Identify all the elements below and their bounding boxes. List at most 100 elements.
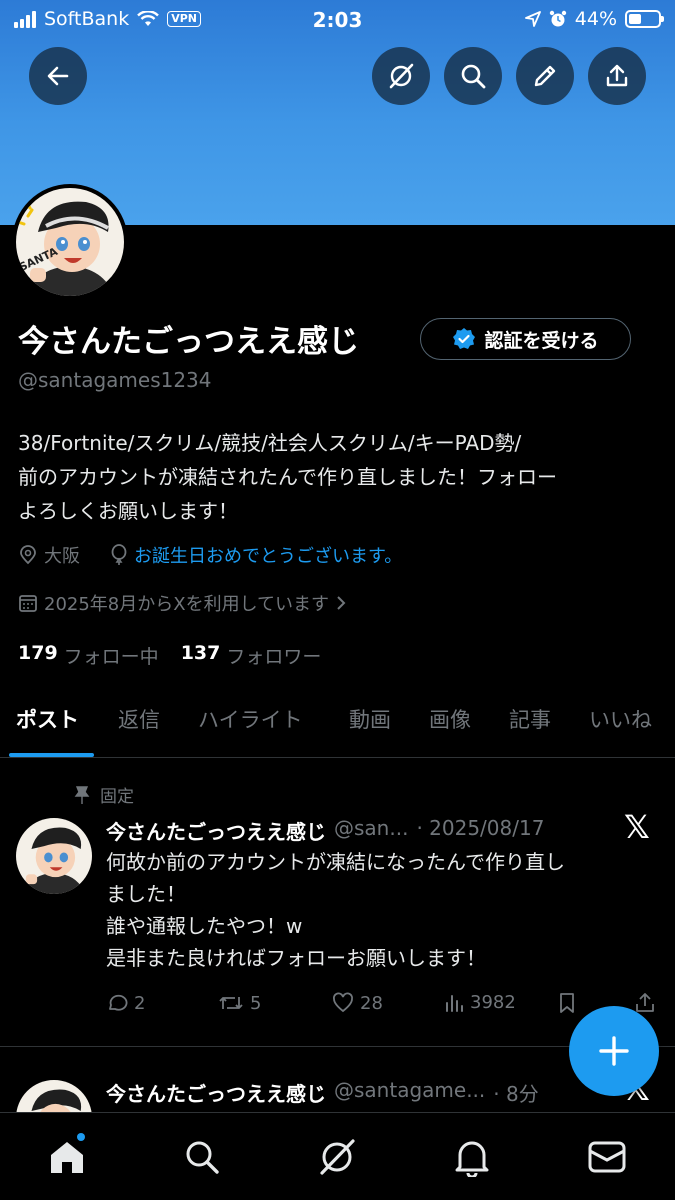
tab-posts[interactable]: ポスト bbox=[16, 704, 79, 734]
nav-notifications[interactable] bbox=[450, 1135, 494, 1179]
post-author-name[interactable]: 今さんたごっつええ感じ bbox=[106, 816, 326, 845]
pencil-icon bbox=[534, 65, 556, 87]
following-label[interactable]: フォロー中 bbox=[64, 642, 159, 669]
battery-icon bbox=[625, 10, 664, 28]
arrow-left-icon bbox=[47, 66, 69, 86]
reply-button[interactable]: 2 bbox=[106, 992, 145, 1014]
notification-dot bbox=[77, 1133, 85, 1141]
followers-count[interactable]: 137 bbox=[181, 642, 221, 669]
post-author-handle[interactable]: @san... bbox=[334, 816, 408, 845]
nav-home[interactable] bbox=[45, 1133, 89, 1179]
post-date[interactable]: · 8分 bbox=[493, 1078, 538, 1107]
bell-icon bbox=[455, 1141, 489, 1177]
heart-icon bbox=[333, 992, 353, 1013]
profile-bio: 38/Fortnite/スクリム/競技/社会人スクリム/キーPAD勢/ 前のアカ… bbox=[18, 426, 668, 528]
pin-icon bbox=[74, 785, 90, 804]
back-button[interactable] bbox=[29, 47, 87, 105]
tab-videos[interactable]: 動画 bbox=[349, 704, 391, 734]
tab-highlights[interactable]: ハイライト bbox=[198, 704, 303, 734]
share-profile-button[interactable] bbox=[588, 47, 646, 105]
nav-search[interactable] bbox=[180, 1135, 224, 1179]
follow-counts: 179 フォロー中 137 フォロワー bbox=[18, 642, 321, 669]
tab-replies[interactable]: 返信 bbox=[118, 704, 160, 734]
repost-count: 5 bbox=[250, 992, 262, 1014]
post-text: 何故か前のアカウントが凍結になったんで作り直し ました！ 誰や通報したやつ！w … bbox=[106, 846, 666, 974]
bottom-navigation bbox=[0, 1112, 675, 1200]
bio-line: 38/Fortnite/スクリム/競技/社会人スクリム/キーPAD勢/ bbox=[18, 431, 522, 455]
profile-name: 今さんたごっつええ感じ bbox=[18, 324, 359, 360]
post-author-name[interactable]: 今さんたごっつええ感じ bbox=[106, 1078, 326, 1107]
profile-avatar[interactable]: SANTA bbox=[12, 184, 128, 300]
post-header: 今さんたごっつええ感じ @san... · 2025/08/17 bbox=[106, 816, 544, 845]
nav-messages[interactable] bbox=[585, 1135, 629, 1179]
get-verified-label: 認証を受ける bbox=[484, 329, 599, 352]
battery-percent: 44% bbox=[574, 8, 617, 30]
bio-line: よろしくお願いします！ bbox=[18, 499, 238, 523]
post-avatar[interactable] bbox=[16, 818, 92, 894]
status-bar: SoftBank VPN 2:03 44% bbox=[0, 0, 675, 38]
alarm-icon bbox=[549, 10, 566, 27]
tab-articles[interactable]: 記事 bbox=[509, 704, 551, 734]
reply-count: 2 bbox=[134, 992, 146, 1014]
share-icon bbox=[606, 64, 628, 87]
grok-button[interactable] bbox=[372, 47, 430, 105]
post-text-line: ました！ bbox=[106, 882, 186, 906]
post-text-line: 何故か前のアカウントが凍結になったんで作り直し bbox=[106, 850, 565, 874]
calendar-icon bbox=[19, 595, 37, 612]
plus-icon bbox=[599, 1036, 629, 1066]
tab-images[interactable]: 画像 bbox=[429, 704, 471, 734]
joined-row[interactable]: 2025年8月からXを利用しています bbox=[18, 590, 347, 616]
grok-icon bbox=[320, 1139, 355, 1175]
mail-icon bbox=[588, 1141, 626, 1173]
bookmark-icon bbox=[560, 993, 574, 1013]
grok-icon bbox=[389, 63, 414, 89]
edit-button[interactable] bbox=[516, 47, 574, 105]
balloon-icon bbox=[111, 544, 127, 565]
post-actions: 2 5 28 3982 bbox=[106, 990, 666, 1020]
following-count[interactable]: 179 bbox=[18, 642, 58, 669]
battery-fill bbox=[629, 14, 641, 24]
compose-post-button[interactable] bbox=[569, 1006, 659, 1096]
followers-label[interactable]: フォロワー bbox=[226, 642, 321, 669]
view-count: 3982 bbox=[470, 992, 516, 1013]
joined-text: 2025年8月からXを利用しています bbox=[44, 594, 330, 615]
profile-handle: @santagames1234 bbox=[18, 368, 212, 392]
tab-likes[interactable]: いいね bbox=[589, 704, 652, 734]
post-header: 今さんたごっつええ感じ @santagame... · 8分 bbox=[106, 1078, 539, 1107]
get-verified-button[interactable]: 認証を受ける bbox=[420, 318, 631, 360]
post-text-line: 誰や通報したやつ！w bbox=[106, 914, 303, 938]
home-icon bbox=[51, 1142, 83, 1173]
active-tab-indicator bbox=[9, 753, 94, 757]
avatar-illustration bbox=[16, 818, 92, 894]
profile-tabs: ポスト 返信 ハイライト 動画 画像 記事 いいね bbox=[0, 690, 675, 758]
like-button[interactable]: 28 bbox=[332, 992, 383, 1014]
pinned-indicator: 固定 bbox=[74, 782, 134, 807]
bio-line: 前のアカウントが凍結されたんで作り直しました！フォロー bbox=[18, 465, 557, 489]
repost-button[interactable]: 5 bbox=[218, 992, 261, 1014]
search-icon bbox=[461, 64, 486, 89]
x-logo-icon: 𝕏 bbox=[624, 808, 650, 846]
profile-meta-row: 大阪 お誕生日おめでとうございます。 bbox=[18, 542, 402, 568]
reply-icon bbox=[109, 994, 128, 1011]
pinned-label: 固定 bbox=[100, 787, 134, 807]
location-arrow-icon bbox=[524, 11, 541, 27]
location-pin-icon bbox=[20, 545, 36, 565]
chevron-right-icon bbox=[337, 596, 346, 610]
search-button[interactable] bbox=[444, 47, 502, 105]
repost-icon bbox=[219, 997, 243, 1009]
views-chart-icon bbox=[446, 994, 463, 1012]
nav-grok[interactable] bbox=[315, 1135, 359, 1179]
search-icon bbox=[186, 1141, 219, 1174]
bookmark-button[interactable] bbox=[558, 992, 576, 1014]
post-text-line: 是非また良ければフォローお願いします！ bbox=[106, 946, 486, 970]
post-share-button[interactable] bbox=[634, 992, 656, 1014]
like-count: 28 bbox=[360, 992, 383, 1014]
post-author-handle[interactable]: @santagame... bbox=[334, 1078, 485, 1107]
verified-badge-icon bbox=[453, 328, 476, 349]
avatar-illustration: SANTA bbox=[16, 188, 124, 296]
views-button[interactable]: 3982 bbox=[444, 992, 516, 1013]
birthday-text[interactable]: お誕生日おめでとうございます。 bbox=[134, 542, 402, 568]
post-date[interactable]: · 2025/08/17 bbox=[416, 816, 544, 845]
location-text: 大阪 bbox=[44, 546, 80, 567]
share-icon bbox=[636, 993, 654, 1012]
